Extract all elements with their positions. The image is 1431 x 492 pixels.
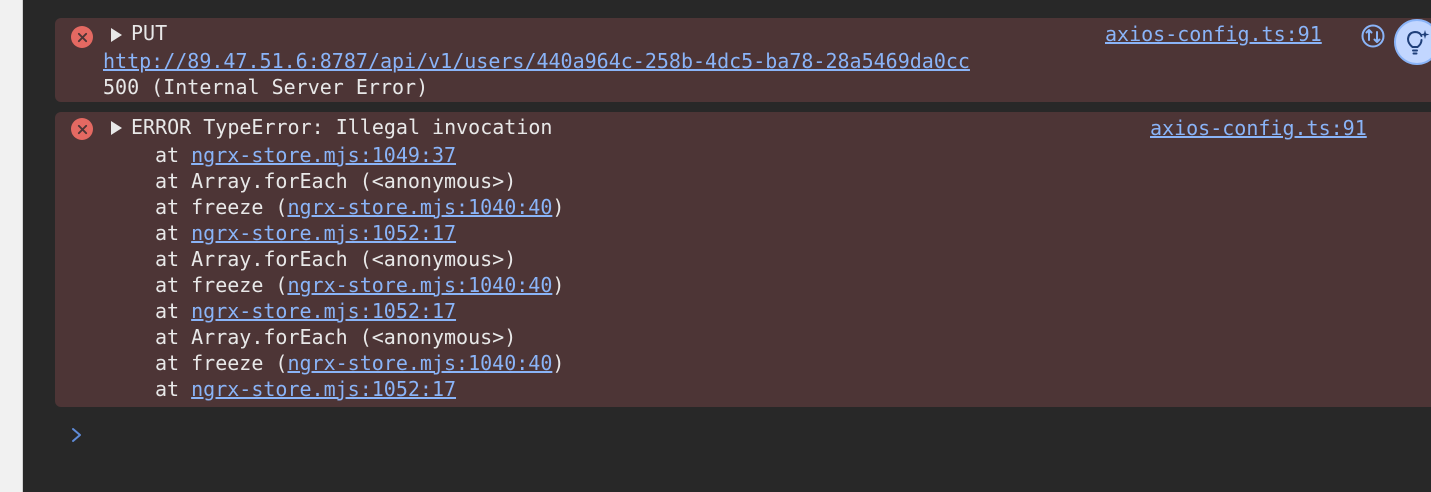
stack-frame-link[interactable]: ngrx-store.mjs:1040:40: [287, 195, 552, 219]
stack-frame: at ngrx-store.mjs:1052:17: [155, 376, 564, 402]
stack-frame-suffix: ): [552, 195, 565, 219]
error-message: ERROR TypeError: Illegal invocation: [131, 115, 553, 139]
source-link[interactable]: axios-config.ts:91: [1150, 115, 1367, 141]
stack-frame-link[interactable]: ngrx-store.mjs:1052:17: [191, 377, 456, 401]
lightbulb-sparkle-icon: [1406, 30, 1430, 55]
console-error-entry: PUT http://89.47.51.6:8787/api/v1/users/…: [55, 18, 1431, 102]
stack-frame-link[interactable]: ngrx-store.mjs:1052:17: [191, 299, 456, 323]
stack-trace: at ngrx-store.mjs:1049:37 at Array.forEac…: [155, 142, 564, 402]
stack-frame: at Array.forEach (<anonymous>): [155, 246, 564, 272]
expand-triangle-icon[interactable]: [111, 121, 122, 135]
stack-frame-link[interactable]: ngrx-store.mjs:1049:37: [191, 143, 456, 167]
stack-frame-text: at Array.forEach (<anonymous>): [155, 169, 517, 193]
clipped-previous-message: [54, 0, 1431, 4]
stack-frame-link[interactable]: ngrx-store.mjs:1040:40: [287, 351, 552, 375]
stack-frame: at ngrx-store.mjs:1052:17: [155, 220, 564, 246]
request-url-link[interactable]: http://89.47.51.6:8787/api/v1/users/440a…: [103, 48, 970, 74]
stack-frame-text: at: [155, 221, 192, 245]
stack-frame-text: at: [155, 377, 192, 401]
source-link[interactable]: axios-config.ts:91: [1105, 21, 1322, 47]
expand-triangle-icon[interactable]: [111, 28, 122, 42]
stack-frame-text: at Array.forEach (<anonymous>): [155, 247, 517, 271]
request-status: 500 (Internal Server Error): [103, 75, 429, 99]
error-circle-icon: [71, 118, 93, 140]
left-panel-edge: [0, 0, 23, 492]
stack-frame-link[interactable]: ngrx-store.mjs:1052:17: [191, 221, 456, 245]
stack-frame: at freeze (ngrx-store.mjs:1040:40): [155, 272, 564, 298]
stack-frame: at Array.forEach (<anonymous>): [155, 324, 564, 350]
stack-frame-text: at: [155, 143, 192, 167]
stack-frame-suffix: ): [552, 273, 565, 297]
stack-frame-text: at freeze (: [155, 351, 288, 375]
stack-frame: at freeze (ngrx-store.mjs:1040:40): [155, 350, 564, 376]
stack-frame: at ngrx-store.mjs:1052:17: [155, 298, 564, 324]
stack-frame-text: at: [155, 299, 192, 323]
stack-frame: at Array.forEach (<anonymous>): [155, 168, 564, 194]
console-error-entry: ERROR TypeError: Illegal invocation axio…: [55, 112, 1431, 407]
request-method: PUT: [131, 21, 168, 45]
error-circle-icon: [71, 26, 93, 48]
stack-frame-text: at freeze (: [155, 195, 288, 219]
sync-icon[interactable]: [1360, 23, 1386, 49]
stack-frame-suffix: ): [552, 351, 565, 375]
stack-frame: at freeze (ngrx-store.mjs:1040:40): [155, 194, 564, 220]
stack-frame: at ngrx-store.mjs:1049:37: [155, 142, 564, 168]
stack-frame-text: at freeze (: [155, 273, 288, 297]
stack-frame-text: at Array.forEach (<anonymous>): [155, 325, 517, 349]
stack-frame-link[interactable]: ngrx-store.mjs:1040:40: [287, 273, 552, 297]
console-panel: PUT http://89.47.51.6:8787/api/v1/users/…: [23, 0, 1431, 492]
chevron-right-icon[interactable]: [70, 424, 84, 446]
